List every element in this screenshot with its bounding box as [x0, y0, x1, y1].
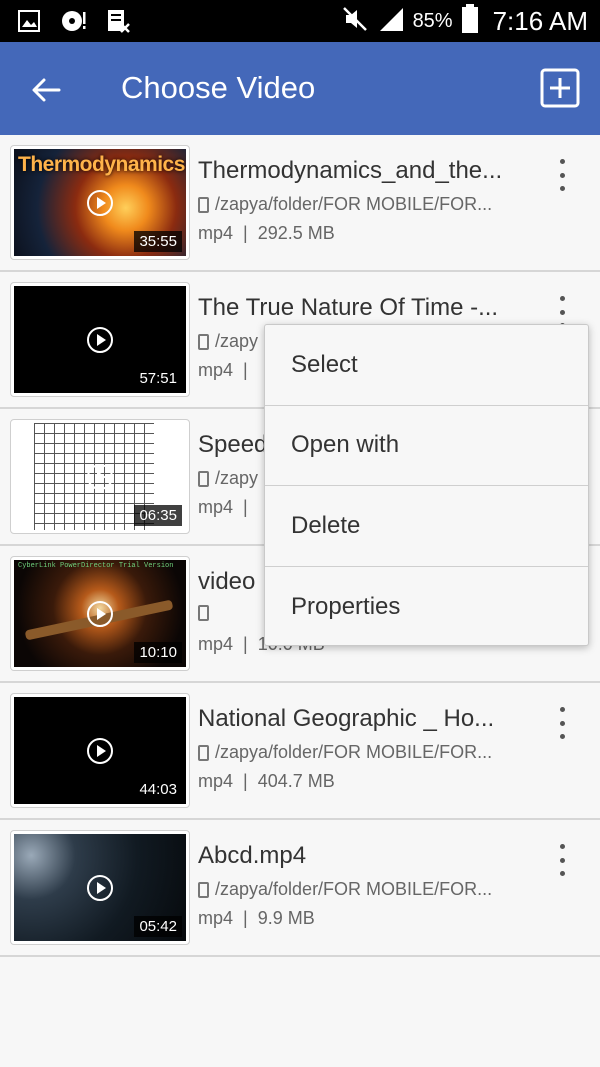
video-name: National Geographic _ Ho...: [198, 705, 495, 732]
play-icon: [87, 600, 113, 627]
clock: 7:16 AM: [492, 5, 588, 36]
more-options-button[interactable]: [550, 159, 574, 191]
play-icon: [87, 463, 113, 490]
phone-storage-icon: [198, 196, 209, 213]
battery-icon: [461, 3, 479, 39]
video-format: mp4: [198, 223, 234, 243]
video-format: mp4: [198, 771, 234, 791]
mute-icon: [341, 5, 369, 38]
context-menu: Select Open with Delete Properties: [264, 324, 589, 646]
phone-storage-icon: [198, 333, 209, 350]
thumbnail-caption: Thermodynamics: [18, 153, 185, 176]
video-size: 292.5 MB: [257, 223, 335, 243]
video-meta: mp4 | 292.5 MB: [198, 223, 335, 243]
video-meta: mp4 |: [198, 497, 248, 517]
more-vert-icon: [559, 707, 565, 712]
video-duration: 06:35: [134, 505, 182, 526]
video-name: The True Nature Of Time -...: [198, 294, 499, 321]
more-vert-icon: [559, 159, 565, 164]
video-path: /zapya/folder/FOR MOBILE/FOR...: [198, 742, 533, 763]
gallery-notification-icon: [16, 7, 44, 35]
video-format: mp4: [198, 360, 234, 380]
disc-notification-icon: [60, 7, 88, 35]
video-duration: 44:03: [134, 779, 182, 800]
menu-item-select[interactable]: Select: [265, 325, 588, 406]
add-video-button[interactable]: [540, 68, 580, 108]
phone-storage-icon: [198, 744, 209, 761]
menu-item-properties[interactable]: Properties: [265, 567, 588, 648]
page-title: Choose Video: [121, 70, 316, 105]
video-duration: 05:42: [134, 916, 182, 937]
video-meta: mp4 | 404.7 MB: [198, 771, 335, 791]
play-icon: [87, 189, 113, 216]
video-thumbnail[interactable]: 44:03: [10, 693, 190, 808]
phone-storage-icon: [198, 470, 209, 487]
more-vert-icon: [559, 844, 565, 849]
video-thumbnail[interactable]: Thermodynamics 35:55: [10, 145, 190, 260]
battery-percent: 85%: [412, 9, 453, 32]
video-list-item[interactable]: 44:03 National Geographic _ Ho... /zapya…: [0, 683, 600, 820]
more-options-button[interactable]: [550, 844, 574, 876]
video-format: mp4: [198, 634, 234, 654]
video-thumbnail[interactable]: 57:51: [10, 282, 190, 397]
phone-storage-icon: [198, 605, 209, 621]
video-list-item[interactable]: 05:42 Abcd.mp4 /zapya/folder/FOR MOBILE/…: [0, 820, 600, 957]
play-icon: [87, 874, 113, 901]
video-path: /zapya/folder/FOR MOBILE/FOR...: [198, 879, 533, 900]
video-thumbnail[interactable]: CyberLink PowerDirector Trial Version 10…: [10, 556, 190, 671]
video-thumbnail[interactable]: 05:42: [10, 830, 190, 945]
video-size: 9.9 MB: [257, 908, 315, 928]
back-button[interactable]: [24, 68, 68, 112]
play-icon: [87, 326, 113, 353]
thumbnail-caption: CyberLink PowerDirector Trial Version: [18, 562, 174, 570]
video-format: mp4: [198, 908, 234, 928]
phone-storage-icon: [198, 881, 209, 898]
video-size: 404.7 MB: [257, 771, 335, 791]
video-list-item[interactable]: Thermodynamics 35:55 Thermodynamics_and_…: [0, 135, 600, 272]
video-duration: 57:51: [134, 368, 182, 389]
status-bar: 85% 7:16 AM: [0, 0, 600, 42]
menu-item-delete[interactable]: Delete: [265, 486, 588, 567]
video-format: mp4: [198, 497, 234, 517]
video-name: Thermodynamics_and_the...: [198, 157, 503, 184]
video-path: /zapya/folder/FOR MOBILE/FOR...: [198, 194, 533, 215]
blocked-file-notification-icon: [104, 7, 132, 35]
more-vert-icon: [559, 296, 565, 301]
signal-icon: [377, 5, 405, 38]
plus-square-icon: [540, 68, 580, 108]
video-name: Abcd.mp4: [198, 842, 307, 869]
video-duration: 35:55: [134, 231, 182, 252]
video-thumbnail[interactable]: 06:35: [10, 419, 190, 534]
arrow-left-icon: [32, 78, 61, 102]
video-meta: mp4 | 9.9 MB: [198, 908, 315, 928]
video-duration: 10:10: [134, 642, 182, 663]
play-icon: [87, 737, 113, 764]
menu-item-open-with[interactable]: Open with: [265, 406, 588, 486]
more-options-button[interactable]: [550, 707, 574, 739]
video-meta: mp4 |: [198, 360, 248, 380]
app-bar: Choose Video: [0, 42, 600, 135]
